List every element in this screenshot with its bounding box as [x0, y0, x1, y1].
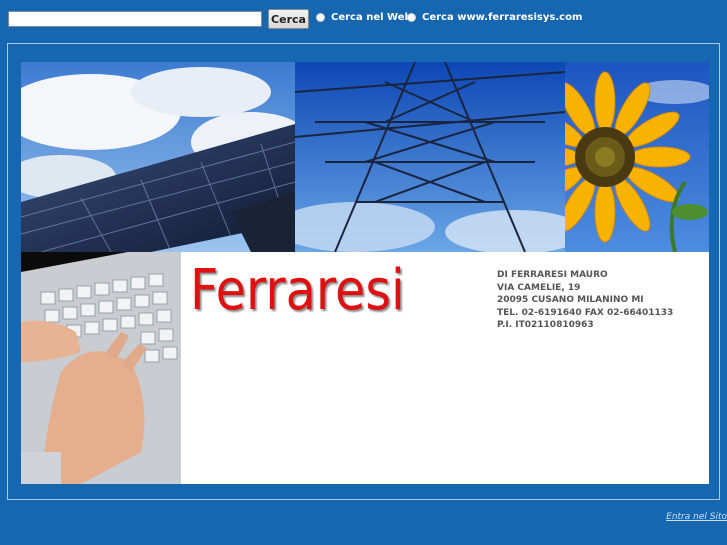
radio-button-icon[interactable] [407, 13, 416, 22]
power-pylon-photo [295, 62, 565, 252]
radio-label: Cerca nel Web [331, 12, 412, 23]
enter-site-link[interactable]: Entra nel Sito [666, 512, 727, 522]
address-line: VIA CAMELIE, 19 [497, 282, 581, 293]
company-address: DI FERRARESI MAURO VIA CAMELIE, 19 20095… [497, 269, 673, 332]
laptop-photo [21, 252, 181, 484]
search-input[interactable] [8, 11, 262, 27]
address-line: P.I. IT02110810963 [497, 320, 594, 330]
radio-search-web[interactable]: Cerca nel Web [316, 12, 412, 23]
address-line: 20095 CUSANO MILANINO MI [497, 295, 644, 305]
address-line: TEL. 02-6191640 FAX 02-66401133 [497, 307, 674, 318]
search-button[interactable]: Cerca [268, 9, 309, 29]
radio-button-icon[interactable] [316, 13, 325, 22]
company-logo-text: Ferraresi [190, 258, 405, 323]
address-line: DI FERRARESI MAURO [497, 270, 608, 280]
search-bar: Cerca Cerca nel Web Cerca www.ferraresis… [0, 0, 727, 38]
solar-panel-photo [21, 62, 295, 252]
sunflower-photo [565, 62, 709, 252]
radio-label: Cerca www.ferraresisys.com [422, 12, 583, 23]
radio-search-site[interactable]: Cerca www.ferraresisys.com [407, 12, 582, 23]
